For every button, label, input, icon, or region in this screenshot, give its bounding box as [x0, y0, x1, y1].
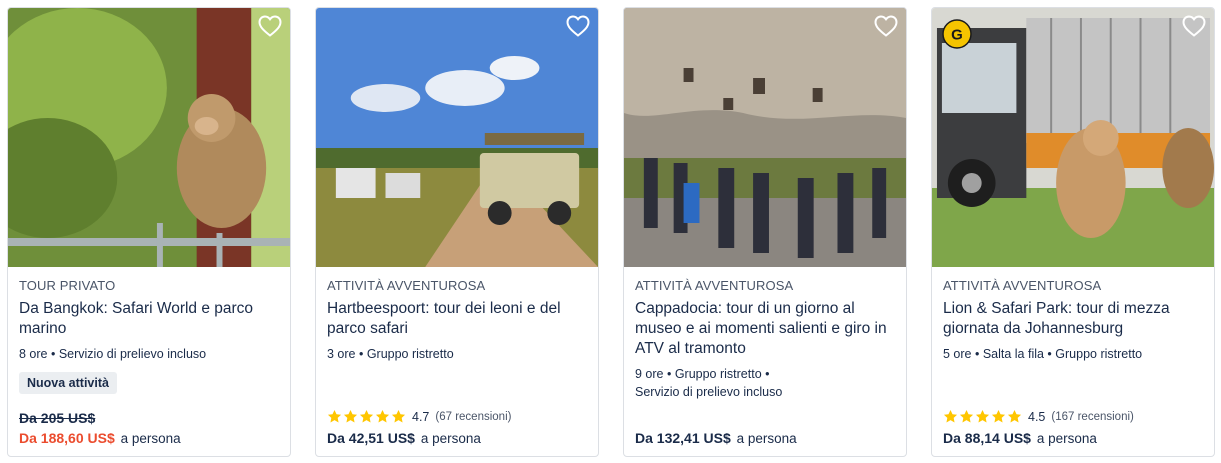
star-icon [391, 409, 406, 423]
star-icon [991, 409, 1006, 423]
star-icon [359, 409, 374, 423]
star-icon [943, 409, 958, 423]
sale-price: Da 188,60 US$ [19, 430, 115, 446]
activity-category: TOUR PRIVATO [19, 278, 116, 293]
activity-category: ATTIVITÀ AVVENTUROSA [327, 278, 486, 293]
activity-category: ATTIVITÀ AVVENTUROSA [943, 278, 1102, 293]
monkey-photo [8, 8, 290, 267]
wishlist-heart-icon[interactable] [872, 12, 900, 40]
activity-meta: 9 ore • Gruppo ristretto • Servizio di p… [635, 367, 783, 399]
rating-value: 4.7 [412, 409, 430, 424]
activity-photo[interactable] [8, 8, 290, 267]
activity-card[interactable]: ATTIVITÀ AVVENTUROSA Cappadocia: tour di… [623, 7, 907, 457]
activity-photo[interactable]: G [932, 8, 1214, 267]
rating: 4.5 (167 recensioni) [943, 409, 1134, 424]
wishlist-heart-icon[interactable] [564, 12, 592, 40]
price-unit: a persona [120, 431, 181, 446]
price-line: Da 42,51 US$ a persona [327, 430, 481, 446]
activity-card[interactable]: ATTIVITÀ AVVENTUROSA Hartbeespoort: tour… [315, 7, 599, 457]
star-icon [375, 409, 390, 423]
price-unit: a persona [736, 431, 797, 446]
activity-title[interactable]: Cappadocia: tour di un giorno al museo e… [635, 299, 896, 359]
star-icon [343, 409, 358, 423]
star-icon [327, 409, 342, 423]
price-line: Da 132,41 US$ a persona [635, 430, 797, 446]
original-price: Da 205 US$ [19, 410, 96, 426]
activity-title[interactable]: Da Bangkok: Safari World e parco marino [19, 299, 280, 339]
activity-photo[interactable] [624, 8, 906, 267]
price: Da 88,14 US$ [943, 430, 1031, 446]
safari-photo [316, 8, 598, 267]
price: Da 42,51 US$ [327, 430, 415, 446]
activity-meta: 3 ore • Gruppo ristretto [327, 347, 454, 361]
activity-title[interactable]: Lion & Safari Park: tour di mezza giorna… [943, 299, 1204, 339]
cappadocia-photo [624, 8, 906, 267]
activity-photo[interactable] [316, 8, 598, 267]
price-unit: a persona [1036, 431, 1097, 446]
svg-text:G: G [951, 27, 963, 44]
rating-stars [943, 409, 1022, 424]
star-icon [959, 409, 974, 423]
activity-card[interactable]: TOUR PRIVATO Da Bangkok: Safari World e … [7, 7, 291, 457]
rating-value: 4.5 [1028, 409, 1046, 424]
review-count: (167 recensioni) [1051, 410, 1134, 423]
wishlist-heart-icon[interactable] [1180, 12, 1208, 40]
price-line: Da 88,14 US$ a persona [943, 430, 1097, 446]
activity-meta: 8 ore • Servizio di prelievo incluso [19, 347, 207, 361]
activity-card[interactable]: G ATTIVITÀ AVVENTUROSA Lion & Safari Par… [931, 7, 1215, 457]
price: Da 132,41 US$ [635, 430, 731, 446]
wishlist-heart-icon[interactable] [256, 12, 284, 40]
activity-category: ATTIVITÀ AVVENTUROSA [635, 278, 794, 293]
rating-stars [327, 409, 406, 424]
activity-meta: 5 ore • Salta la fila • Gruppo ristretto [943, 347, 1143, 361]
new-activity-badge: Nuova attività [19, 372, 117, 394]
rating: 4.7 (67 recensioni) [327, 409, 511, 424]
price-line: Da 188,60 US$ a persona [19, 430, 181, 446]
price-unit: a persona [420, 431, 481, 446]
lion-park-photo [932, 8, 1214, 267]
star-icon [975, 409, 990, 423]
activity-title[interactable]: Hartbeespoort: tour dei leoni e del parc… [327, 299, 588, 339]
gyg-badge-icon: G [942, 19, 972, 49]
review-count: (67 recensioni) [435, 410, 512, 423]
star-icon [1007, 409, 1022, 423]
